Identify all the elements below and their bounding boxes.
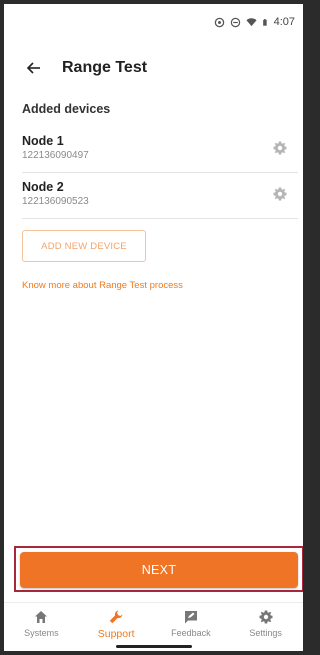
nav-item-settings[interactable]: Settings	[228, 603, 303, 645]
gear-icon	[259, 610, 273, 624]
nav-label: Feedback	[171, 628, 211, 638]
nav-label: Support	[97, 628, 135, 640]
nav-label: Settings	[249, 628, 282, 638]
device-row: Node 2 122136090523	[22, 176, 298, 219]
app-screen: 4:07 Range Test Added devices Node 1 122…	[4, 4, 303, 651]
back-button[interactable]	[24, 58, 44, 78]
section-label: Added devices	[22, 102, 111, 116]
device-name: Node 1	[22, 134, 64, 148]
device-name: Node 2	[22, 180, 64, 194]
battery-icon	[262, 18, 267, 26]
feedback-icon	[184, 611, 197, 624]
device-row: Node 1 122136090497	[22, 130, 298, 173]
gear-icon[interactable]	[272, 140, 288, 156]
bottom-navigation: Systems Support Feedback Settings	[4, 602, 303, 645]
arrow-left-icon	[26, 62, 40, 74]
nav-label: Systems	[24, 628, 59, 638]
home-icon	[35, 611, 48, 623]
next-button[interactable]: NEXT	[20, 552, 298, 588]
status-bar: 4:07	[4, 4, 303, 40]
home-indicator[interactable]	[116, 645, 192, 648]
data-saver-icon	[214, 17, 224, 27]
do-not-disturb-icon	[230, 17, 240, 27]
nav-item-systems[interactable]: Systems	[4, 603, 79, 645]
gear-icon[interactable]	[272, 186, 288, 202]
nav-item-support[interactable]: Support	[79, 603, 154, 645]
wrench-icon	[109, 610, 123, 624]
device-serial: 122136090497	[22, 150, 89, 161]
know-more-link[interactable]: Know more about Range Test process	[22, 280, 183, 291]
device-serial: 122136090523	[22, 196, 89, 207]
page-title: Range Test	[62, 59, 148, 76]
app-bar: Range Test	[4, 48, 303, 88]
add-new-device-button[interactable]: ADD NEW DEVICE	[22, 230, 146, 262]
status-time: 4:07	[273, 16, 295, 28]
wifi-icon	[246, 17, 257, 26]
nav-item-feedback[interactable]: Feedback	[154, 603, 229, 645]
